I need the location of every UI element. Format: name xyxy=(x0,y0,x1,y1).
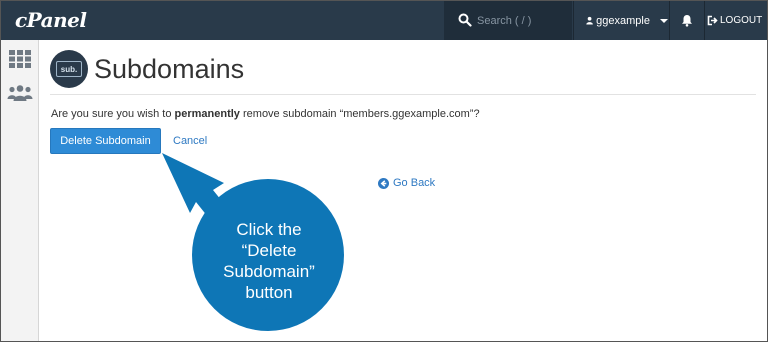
callout-line: button xyxy=(245,283,293,302)
go-back-label: Go Back xyxy=(393,177,436,189)
user-icon xyxy=(586,16,593,25)
delete-subdomain-button[interactable]: Delete Subdomain xyxy=(50,128,161,154)
go-back-link[interactable]: Go Back xyxy=(378,177,435,189)
chevron-down-icon xyxy=(660,18,668,23)
logout-button[interactable]: LOGOUT xyxy=(707,1,762,40)
search-box xyxy=(444,1,572,40)
callout-text: Click the “Delete Subdomain” button xyxy=(199,219,339,303)
main-content: sub. Subdomains Are you sure you wish to… xyxy=(40,40,767,341)
subdomains-badge-icon: sub. xyxy=(50,50,88,88)
callout-line: Subdomain” xyxy=(223,262,315,281)
top-navbar: cPanel ggexample LOGOUT xyxy=(1,1,767,40)
callout-line: Click the xyxy=(236,220,302,239)
header-divider xyxy=(50,94,756,95)
logout-icon xyxy=(707,15,718,26)
bell-icon xyxy=(682,15,692,27)
sidebar-item-home[interactable] xyxy=(1,46,39,72)
search-icon xyxy=(458,13,472,27)
sidebar-item-users[interactable] xyxy=(1,80,39,106)
cancel-link[interactable]: Cancel xyxy=(173,135,207,147)
users-icon xyxy=(7,85,33,101)
badge-text: sub. xyxy=(56,61,82,77)
logout-label: LOGOUT xyxy=(720,15,763,26)
user-menu[interactable]: ggexample xyxy=(573,1,668,40)
page-header: sub. Subdomains xyxy=(50,49,244,89)
notifications-button[interactable] xyxy=(669,1,705,40)
page-title: Subdomains xyxy=(94,53,245,84)
arrow-left-circle-icon xyxy=(378,177,389,189)
search-input[interactable] xyxy=(477,11,567,31)
confirm-suffix: remove subdomain “members.ggexample.com”… xyxy=(239,108,480,120)
cpanel-logo[interactable]: cPanel xyxy=(15,8,87,32)
confirmation-message: Are you sure you wish to permanently rem… xyxy=(51,108,480,120)
grid-icon xyxy=(9,50,31,68)
confirm-emphasis: permanently xyxy=(174,108,240,120)
username-label: ggexample xyxy=(596,14,650,27)
confirm-prefix: Are you sure you wish to xyxy=(51,108,175,120)
sidebar xyxy=(1,40,39,341)
callout-line: “Delete xyxy=(241,241,297,260)
